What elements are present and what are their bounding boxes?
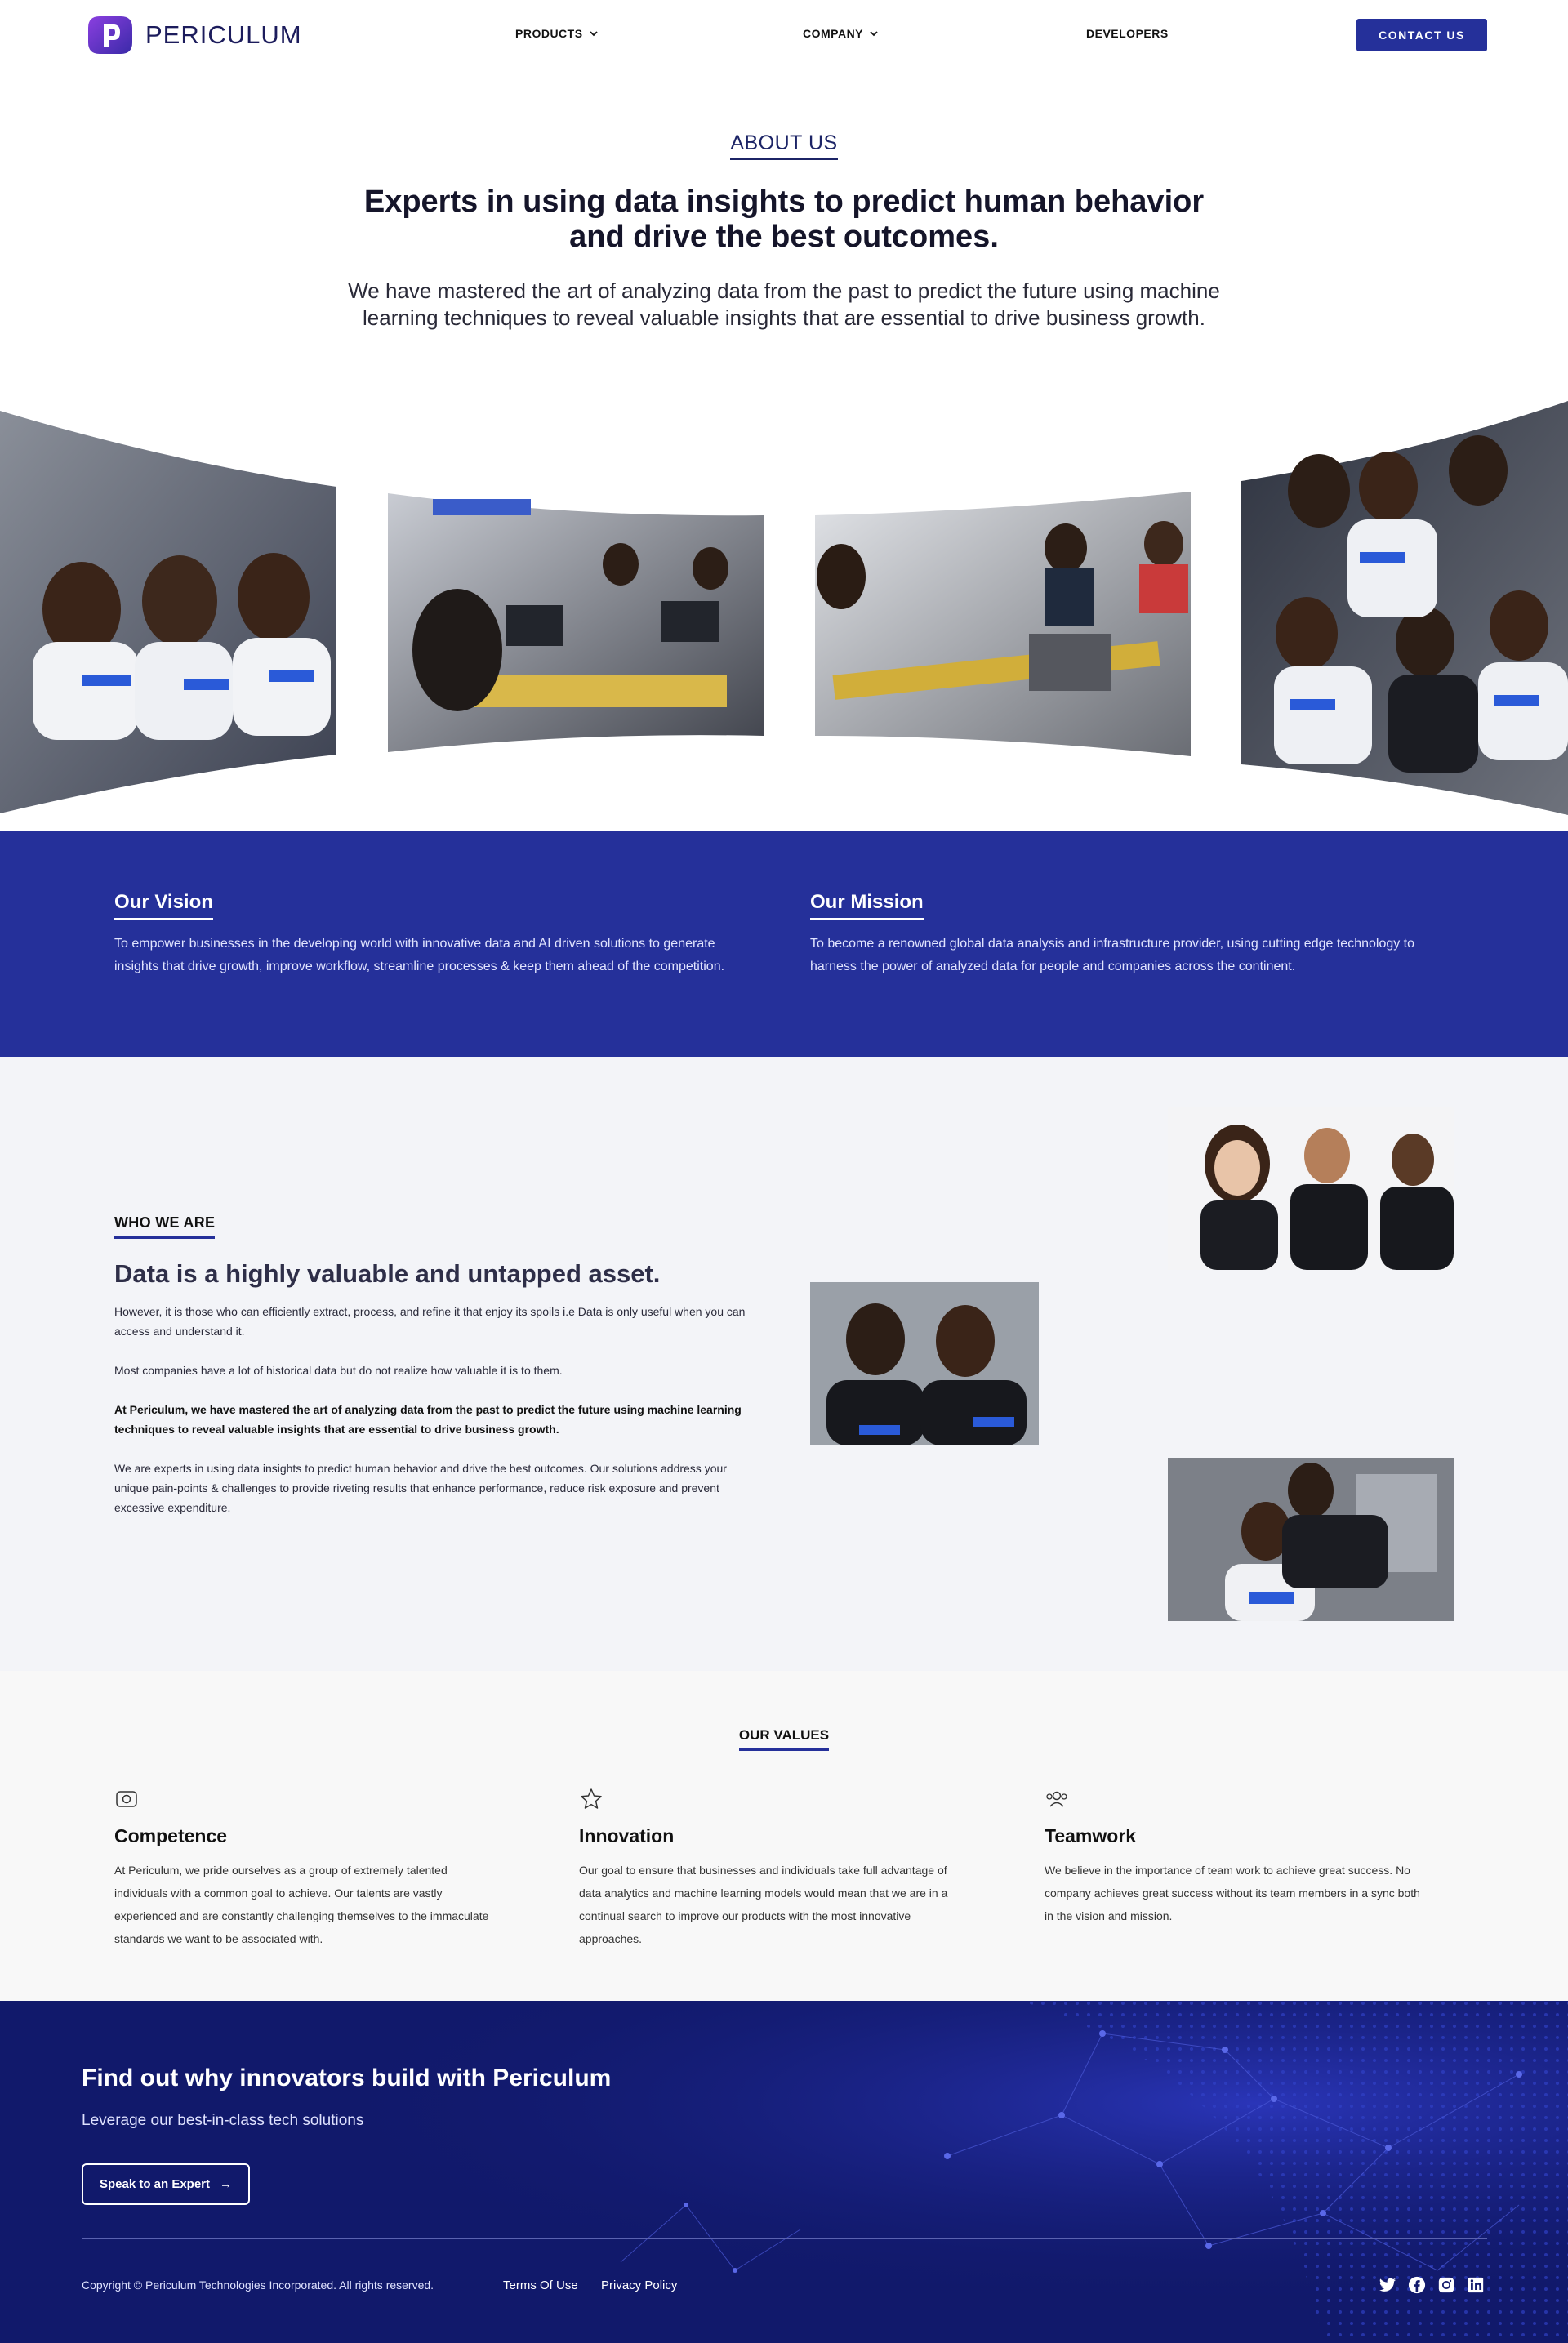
- value-text: Our goal to ensure that businesses and i…: [579, 1864, 948, 1945]
- contact-us-button[interactable]: CONTACT US: [1356, 19, 1487, 51]
- gallery-photo-2: [388, 493, 764, 752]
- mission-text: To become a renowned global data analysi…: [810, 937, 1415, 973]
- logo[interactable]: PERICULUM: [87, 13, 302, 57]
- nav-company[interactable]: COMPANY: [803, 27, 878, 40]
- who-paragraph-1: However, it is those who can efficiently…: [114, 1305, 746, 1338]
- cta-title: Find out why innovators build with Peric…: [82, 2065, 612, 2091]
- periculum-logo-icon: [88, 16, 132, 54]
- who-paragraph-3: At Periculum, we have mastered the art o…: [114, 1403, 742, 1436]
- cta-footer: Find out why innovators build with Peric…: [0, 2001, 1568, 2343]
- nav-products[interactable]: PRODUCTS: [515, 27, 598, 40]
- who-eyebrow: WHO WE ARE: [114, 1214, 216, 1239]
- nav-developers[interactable]: DEVELOPERS: [1086, 27, 1169, 40]
- who-paragraph-4: We are experts in using data insights to…: [114, 1462, 727, 1514]
- terms-of-use-link[interactable]: Terms Of Use: [503, 2278, 578, 2292]
- value-teamwork: Teamwork We believe in the importance of…: [1045, 1787, 1420, 1927]
- who-paragraph-2: Most companies have a lot of historical …: [114, 1364, 563, 1377]
- value-competence: Competence At Periculum, we pride oursel…: [114, 1787, 490, 1950]
- team-photo-laptop: [1168, 1458, 1454, 1621]
- value-text: At Periculum, we pride ourselves as a gr…: [114, 1864, 489, 1945]
- value-innovation: Innovation Our goal to ensure that busin…: [579, 1787, 955, 1950]
- logo-text: PERICULUM: [145, 20, 302, 49]
- values-eyebrow: OUR VALUES: [738, 1727, 830, 1751]
- about-section: ABOUT US Experts in using data insights …: [0, 70, 1568, 831]
- vision-title: Our Vision: [114, 891, 213, 920]
- value-title: Competence: [114, 1825, 228, 1846]
- nav-company-label: COMPANY: [803, 27, 864, 40]
- gallery-photo-4: [1241, 401, 1568, 815]
- vision-block: Our Vision To empower businesses in the …: [114, 891, 760, 978]
- top-nav: PERICULUM PRODUCTS COMPANY DEVELOPERS CO…: [0, 0, 1568, 70]
- team-icon: [1046, 1791, 1067, 1807]
- star-icon: [581, 1788, 602, 1809]
- facebook-icon[interactable]: [1408, 2276, 1426, 2294]
- instagram-icon[interactable]: [1437, 2276, 1455, 2294]
- mission-title: Our Mission: [810, 891, 924, 920]
- vision-text: To empower businesses in the developing …: [114, 937, 725, 973]
- chevron-down-icon: [589, 31, 598, 37]
- team-photo-gallery: [0, 401, 1568, 815]
- our-values-section: OUR VALUES Competence At Periculum, we p…: [0, 1671, 1568, 2001]
- twitter-icon[interactable]: [1379, 2276, 1396, 2294]
- copyright-text: Copyright © Periculum Technologies Incor…: [82, 2278, 434, 2292]
- gallery-photo-3: [815, 492, 1191, 756]
- about-description: We have mastered the art of analyzing da…: [348, 278, 1220, 330]
- gallery-photo-1: [0, 411, 336, 813]
- about-title: Experts in using data insights to predic…: [363, 185, 1205, 254]
- nav-developers-label: DEVELOPERS: [1086, 27, 1169, 40]
- arrow-right-icon: →: [220, 2177, 233, 2191]
- speak-to-expert-button[interactable]: Speak to an Expert →: [82, 2163, 250, 2205]
- value-title: Innovation: [579, 1825, 675, 1846]
- footer-divider: [82, 2238, 1487, 2239]
- mission-block: Our Mission To become a renowned global …: [810, 891, 1455, 978]
- linkedin-icon[interactable]: [1467, 2276, 1485, 2294]
- cta-subtitle: Leverage our best-in-class tech solution…: [82, 2112, 364, 2129]
- who-we-are-section: WHO WE ARE Data is a highly valuable and…: [0, 1057, 1568, 1671]
- who-body: However, it is those who can efficiently…: [114, 1302, 760, 1537]
- nav-products-label: PRODUCTS: [515, 27, 583, 40]
- value-text: We believe in the importance of team wor…: [1045, 1864, 1420, 1922]
- speak-to-expert-label: Speak to an Expert: [99, 2177, 211, 2191]
- badge-icon: [116, 1791, 137, 1807]
- about-eyebrow: ABOUT US: [730, 131, 838, 160]
- privacy-policy-link[interactable]: Privacy Policy: [601, 2278, 677, 2292]
- team-photo-two-men: [810, 1282, 1039, 1445]
- chevron-down-icon: [870, 31, 878, 37]
- value-title: Teamwork: [1045, 1825, 1137, 1846]
- team-photo-three-people: [1168, 1107, 1454, 1270]
- who-title: Data is a highly valuable and untapped a…: [114, 1259, 661, 1288]
- vision-mission-section: Our Vision To empower businesses in the …: [0, 831, 1568, 1057]
